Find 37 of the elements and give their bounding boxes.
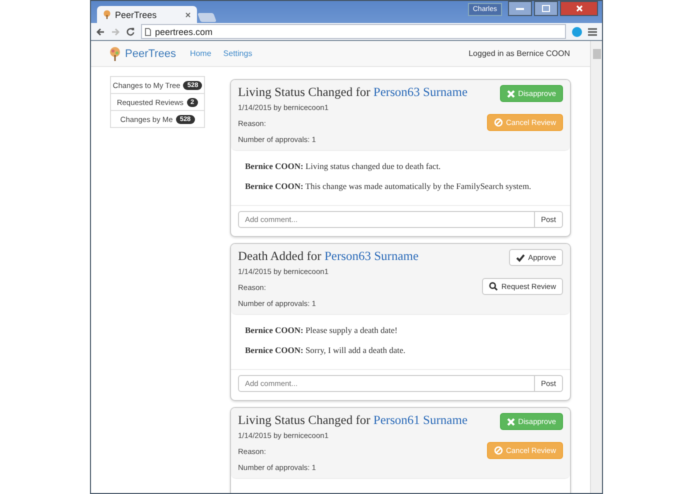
ban-icon <box>494 446 503 455</box>
reload-icon[interactable] <box>126 27 135 36</box>
comment-text: Bernice COON: Sorry, I will add a death date. <box>245 345 406 355</box>
page-icon <box>145 28 151 36</box>
scrollbar[interactable] <box>590 41 602 493</box>
person-link[interactable]: Person61 Surname <box>373 413 468 427</box>
browser-tab[interactable]: PeerTrees <box>97 6 197 23</box>
minimize-icon <box>516 7 524 10</box>
comment-text: Bernice COON: This change was made automatically by the FamilySearch system. <box>245 181 532 191</box>
change-title: Living Status Changed for Person63 Surname <box>238 85 468 100</box>
brand-link[interactable]: PeerTrees <box>125 48 176 60</box>
change-title: Death Added for Person63 Surname <box>238 249 420 264</box>
close-button[interactable] <box>560 1 598 16</box>
maximize-button[interactable] <box>534 1 558 16</box>
person-link[interactable]: Person63 Surname <box>373 85 468 99</box>
maximize-icon <box>542 5 550 12</box>
minimize-button[interactable] <box>508 1 532 16</box>
check-icon <box>516 254 526 262</box>
back-icon[interactable] <box>96 28 105 36</box>
person-link[interactable]: Person63 Surname <box>324 249 419 263</box>
x-icon <box>507 90 516 98</box>
comment-text: Bernice COON: Living status changed due to death fact. <box>245 161 442 171</box>
nav-link[interactable]: Settings <box>223 49 252 58</box>
nav-link[interactable]: Home <box>190 49 212 58</box>
extension-icon[interactable] <box>572 26 582 36</box>
close-icon[interactable] <box>185 12 191 18</box>
x-icon <box>507 418 516 426</box>
search-icon <box>489 282 498 291</box>
login-status: Logged in as Bernice COON <box>468 49 570 58</box>
close-icon <box>576 5 582 12</box>
change-title: Living Status Changed for Person61 Surname <box>238 413 468 428</box>
comment-text: Bernice COON: Please supply a death date! <box>245 325 398 335</box>
tree-logo-icon <box>109 46 121 60</box>
ban-icon <box>494 118 503 127</box>
address-bar[interactable]: peertrees.com <box>141 24 566 39</box>
tree-icon <box>103 10 111 19</box>
menu-icon[interactable] <box>588 28 597 36</box>
